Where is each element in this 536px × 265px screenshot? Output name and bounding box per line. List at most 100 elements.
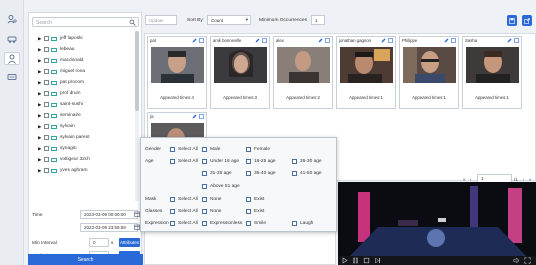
video-player[interactable] xyxy=(338,182,536,265)
tree-node[interactable]: ▶ lebeau xyxy=(32,44,135,55)
edit-icon[interactable] xyxy=(192,114,197,119)
gender-select-all[interactable]: Select All xyxy=(170,147,198,152)
person-search-icon[interactable] xyxy=(4,52,20,65)
checkbox[interactable] xyxy=(170,159,175,164)
checkbox[interactable] xyxy=(44,113,49,118)
plate-search-icon[interactable] xyxy=(4,70,20,83)
expression-smile[interactable]: Smile xyxy=(246,221,266,226)
play-icon[interactable] xyxy=(341,257,348,264)
checkbox[interactable] xyxy=(202,159,207,164)
sort-by-select[interactable]: Count ▾ xyxy=(207,15,251,25)
checkbox[interactable] xyxy=(44,146,49,151)
age-31-35[interactable]: 31-35 age xyxy=(202,171,232,176)
tree-node[interactable]: ▶ voltigeur 32ch xyxy=(32,154,135,165)
checkbox-icon[interactable] xyxy=(388,38,393,43)
edit-icon[interactable] xyxy=(255,38,260,43)
checkbox-icon[interactable] xyxy=(514,38,519,43)
person-photo[interactable] xyxy=(340,47,393,83)
checkbox[interactable] xyxy=(246,147,251,152)
checkbox[interactable] xyxy=(202,209,207,214)
checkbox[interactable] xyxy=(44,91,49,96)
checkbox[interactable] xyxy=(292,159,297,164)
expression-laugh[interactable]: Laugh xyxy=(292,221,313,226)
age-under-16[interactable]: Under 16 age xyxy=(202,159,239,164)
gender-male[interactable]: Male xyxy=(202,147,220,152)
tree-node[interactable]: ▶ synagin xyxy=(32,143,135,154)
export-button[interactable] xyxy=(522,15,532,26)
edit-icon[interactable] xyxy=(192,38,197,43)
checkbox[interactable] xyxy=(44,80,49,85)
search-icon[interactable] xyxy=(129,19,136,26)
mask-none[interactable]: None xyxy=(202,197,221,202)
checkbox-icon[interactable] xyxy=(199,114,204,119)
tree-node[interactable]: ▶ yves aghram xyxy=(32,165,135,176)
checkbox[interactable] xyxy=(44,69,49,74)
checkbox[interactable] xyxy=(246,209,251,214)
checkbox-icon[interactable] xyxy=(262,38,267,43)
glasses-select-all[interactable]: Select All xyxy=(170,209,198,214)
age-36-40[interactable]: 36-40 age xyxy=(246,171,276,176)
age-41-50[interactable]: 41-50 age xyxy=(292,171,322,176)
checkbox[interactable] xyxy=(202,221,207,226)
checkbox[interactable] xyxy=(202,197,207,202)
person-card[interactable]: anik bonneville Appeared times:3 xyxy=(210,36,270,109)
glasses-exist[interactable]: Exist xyxy=(246,209,264,214)
checkbox[interactable] xyxy=(44,157,49,162)
checkbox[interactable] xyxy=(44,102,49,107)
glasses-none[interactable]: None xyxy=(202,209,221,214)
person-photo[interactable] xyxy=(151,47,204,83)
edit-icon[interactable] xyxy=(381,38,386,43)
person-card[interactable]: Philippe Appeared times:1 xyxy=(399,36,459,109)
edit-icon[interactable] xyxy=(444,38,449,43)
edit-icon[interactable] xyxy=(318,38,323,43)
search-button[interactable]: Search xyxy=(28,254,143,265)
time-start-field[interactable]: 2023-03-09 00:00:00 xyxy=(80,210,138,219)
tree-node[interactable]: ▶ sylvain xyxy=(32,121,135,132)
checkbox-icon[interactable] xyxy=(451,38,456,43)
pause-icon[interactable] xyxy=(352,257,359,264)
person-photo[interactable] xyxy=(277,47,330,83)
checkbox[interactable] xyxy=(170,147,175,152)
checkbox[interactable] xyxy=(202,171,207,176)
min-interval-input[interactable]: 0 xyxy=(89,238,109,247)
expression-select-all[interactable]: Select All xyxy=(170,221,198,226)
person-photo[interactable] xyxy=(403,47,456,83)
expression-expressionless[interactable]: Expressionless xyxy=(202,221,242,226)
tree-node[interactable]: ▶ pat procom xyxy=(32,77,135,88)
checkbox[interactable] xyxy=(170,197,175,202)
tree-node[interactable]: ▶ sylvain parent xyxy=(32,132,135,143)
checkbox[interactable] xyxy=(44,124,49,129)
checkbox[interactable] xyxy=(246,197,251,202)
checkbox[interactable] xyxy=(292,171,297,176)
mask-select-all[interactable]: Select All xyxy=(170,197,198,202)
tree-node[interactable]: ▶ prof drum xyxy=(32,88,135,99)
checkbox[interactable] xyxy=(246,171,251,176)
tree-node[interactable]: ▶ miguel rona xyxy=(32,66,135,77)
person-card[interactable]: jonathan gagnon Appeared times:1 xyxy=(336,36,396,109)
save-button[interactable] xyxy=(507,15,517,26)
volume-icon[interactable] xyxy=(513,257,520,264)
tree-node[interactable]: ▶ jeff laposki xyxy=(32,33,135,44)
person-card[interactable]: Sasha Appeared times:1 xyxy=(462,36,522,109)
attributes-button[interactable]: Attributes xyxy=(119,238,140,247)
tree-node[interactable]: ▶ seminaire xyxy=(32,110,135,121)
search-input[interactable]: Search xyxy=(32,17,139,27)
checkbox[interactable] xyxy=(292,221,297,226)
checkbox[interactable] xyxy=(44,135,49,140)
min-occurrences-input[interactable]: 1 xyxy=(311,15,325,25)
person-photo[interactable] xyxy=(466,47,519,83)
tree-node[interactable]: ▶ macdonald xyxy=(32,55,135,66)
age-above-51[interactable]: Above 51 age xyxy=(202,184,240,189)
person-photo[interactable] xyxy=(214,47,267,83)
checkbox[interactable] xyxy=(202,147,207,152)
checkbox[interactable] xyxy=(202,184,207,189)
age-select-all[interactable]: Select All xyxy=(170,159,198,164)
checkbox[interactable] xyxy=(44,47,49,52)
vehicle-search-icon[interactable] xyxy=(4,32,20,45)
edit-icon[interactable] xyxy=(507,38,512,43)
checkbox-icon[interactable] xyxy=(325,38,330,43)
person-card[interactable]: pat Appeared times:4 xyxy=(147,36,207,109)
time-end-field[interactable]: 2023-03-09 23:59:59 xyxy=(80,223,138,232)
checkbox[interactable] xyxy=(44,58,49,63)
step-icon[interactable] xyxy=(374,257,381,264)
